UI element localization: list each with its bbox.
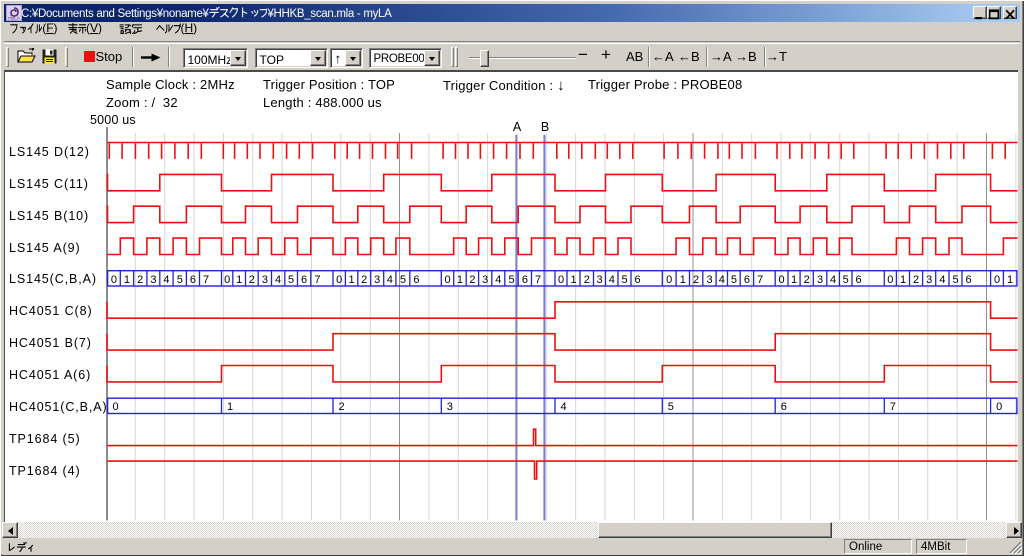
svg-text:2: 2 — [804, 274, 810, 286]
svg-text:5: 5 — [400, 274, 406, 286]
svg-text:6: 6 — [635, 274, 641, 286]
svg-text:6: 6 — [856, 274, 862, 286]
svg-text:6: 6 — [781, 401, 787, 413]
svg-text:1: 1 — [680, 274, 686, 286]
svg-text:1: 1 — [791, 274, 797, 286]
svg-text:1: 1 — [900, 274, 906, 286]
svg-text:4: 4 — [830, 274, 836, 286]
svg-text:4: 4 — [609, 274, 615, 286]
svg-text:1: 1 — [349, 274, 355, 286]
svg-text:6: 6 — [413, 274, 419, 286]
svg-text:3: 3 — [706, 274, 712, 286]
svg-text:3: 3 — [150, 274, 156, 286]
svg-text:3: 3 — [926, 274, 932, 286]
svg-text:3: 3 — [817, 274, 823, 286]
svg-text:7: 7 — [314, 274, 320, 286]
svg-text:0: 0 — [444, 274, 450, 286]
svg-text:2: 2 — [584, 274, 590, 286]
svg-text:1: 1 — [457, 274, 463, 286]
svg-text:0: 0 — [994, 274, 1000, 286]
svg-text:1: 1 — [570, 274, 576, 286]
svg-text:2: 2 — [137, 274, 143, 286]
svg-text:0: 0 — [111, 274, 117, 286]
svg-text:4: 4 — [163, 274, 169, 286]
svg-text:4: 4 — [387, 274, 393, 286]
svg-text:B: B — [541, 120, 549, 134]
svg-text:7: 7 — [535, 274, 541, 286]
svg-text:5: 5 — [177, 274, 183, 286]
svg-text:4: 4 — [719, 274, 725, 286]
svg-text:0: 0 — [666, 274, 672, 286]
svg-text:1: 1 — [227, 401, 233, 413]
svg-text:5: 5 — [288, 274, 294, 286]
svg-text:3: 3 — [374, 274, 380, 286]
svg-text:1: 1 — [236, 274, 242, 286]
svg-text:5: 5 — [843, 274, 849, 286]
svg-text:6: 6 — [522, 274, 528, 286]
svg-text:4: 4 — [275, 274, 281, 286]
svg-text:6: 6 — [190, 274, 196, 286]
svg-text:0: 0 — [887, 274, 893, 286]
svg-text:7: 7 — [890, 401, 896, 413]
svg-text:4: 4 — [561, 401, 567, 413]
svg-text:3: 3 — [482, 274, 488, 286]
svg-text:5: 5 — [621, 274, 627, 286]
svg-text:2: 2 — [249, 274, 255, 286]
svg-text:4: 4 — [495, 274, 501, 286]
svg-text:1: 1 — [124, 274, 130, 286]
svg-text:3: 3 — [262, 274, 268, 286]
svg-text:2: 2 — [913, 274, 919, 286]
svg-text:myLA: myLA — [8, 16, 20, 21]
svg-text:0: 0 — [336, 274, 342, 286]
svg-text:0: 0 — [996, 401, 1002, 413]
svg-text:4: 4 — [939, 274, 945, 286]
svg-text:0: 0 — [779, 274, 785, 286]
svg-text:6: 6 — [301, 274, 307, 286]
svg-text:6: 6 — [744, 274, 750, 286]
svg-text:3: 3 — [596, 274, 602, 286]
svg-text:2: 2 — [469, 274, 475, 286]
svg-text:2: 2 — [361, 274, 367, 286]
svg-text:5: 5 — [731, 274, 737, 286]
svg-text:6: 6 — [966, 274, 972, 286]
svg-text:0: 0 — [224, 274, 230, 286]
svg-text:2: 2 — [693, 274, 699, 286]
svg-text:2: 2 — [339, 401, 345, 413]
svg-text:0: 0 — [113, 401, 119, 413]
svg-text:7: 7 — [203, 274, 209, 286]
svg-text:5: 5 — [668, 401, 674, 413]
svg-text:5: 5 — [508, 274, 514, 286]
svg-text:7: 7 — [757, 274, 763, 286]
svg-text:3: 3 — [447, 401, 453, 413]
svg-text:1: 1 — [1007, 274, 1013, 286]
svg-text:0: 0 — [558, 274, 564, 286]
svg-text:5: 5 — [952, 274, 958, 286]
svg-text:A: A — [513, 120, 522, 134]
